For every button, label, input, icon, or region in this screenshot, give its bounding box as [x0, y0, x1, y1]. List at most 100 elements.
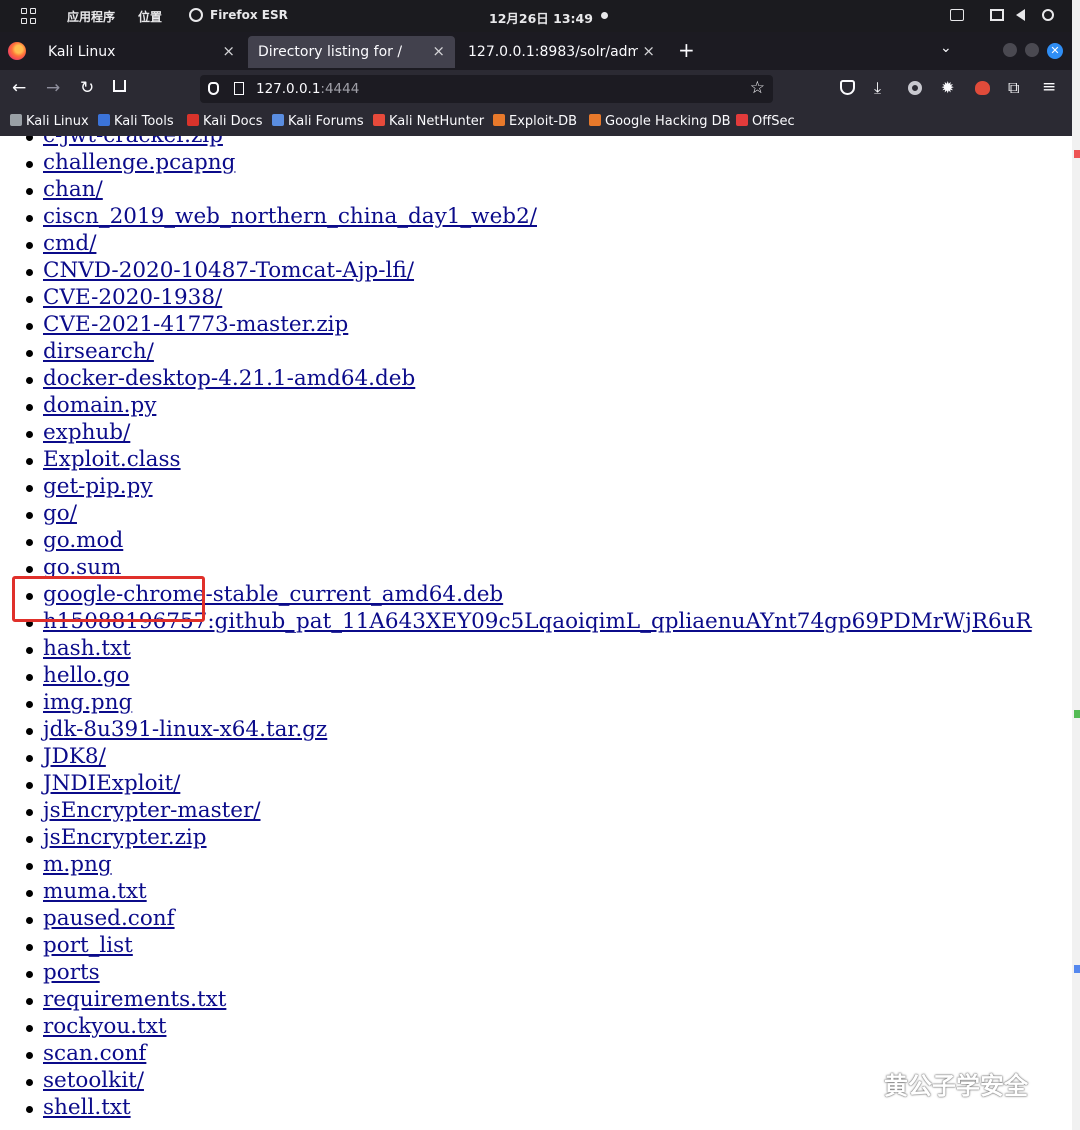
tab-label: Directory listing for /: [258, 44, 403, 60]
url-port: :4444: [320, 81, 360, 97]
edge-marker: [1074, 965, 1080, 973]
maximize-window-icon[interactable]: [1025, 43, 1039, 57]
url-bar[interactable]: 127.0.0.1:4444 ☆: [200, 75, 773, 103]
bookmark-label: Kali Docs: [203, 114, 263, 129]
bookmark-kali-nethunter[interactable]: Kali NetHunter: [373, 114, 484, 129]
file-link[interactable]: hash.txt: [43, 636, 131, 661]
close-window-icon[interactable]: ✕: [1047, 43, 1063, 59]
firefox-taskbar-icon[interactable]: [189, 8, 203, 22]
file-link[interactable]: scan.conf: [43, 1041, 146, 1066]
file-link[interactable]: CNVD-2020-10487-Tomcat-Ajp-lfi/: [43, 258, 414, 283]
file-link[interactable]: get-pip.py: [43, 474, 153, 499]
active-app-label[interactable]: Firefox ESR: [210, 8, 288, 22]
bookmark-kali-forums[interactable]: Kali Forums: [272, 114, 364, 129]
display-icon[interactable]: [990, 9, 1004, 21]
file-link[interactable]: jsEncrypter.zip: [43, 825, 207, 850]
bookmark-label: Kali NetHunter: [389, 114, 485, 129]
file-link[interactable]: docker-desktop-4.21.1-amd64.deb: [43, 366, 415, 391]
page-info-icon[interactable]: [234, 82, 244, 95]
file-link[interactable]: dirsearch/: [43, 339, 154, 364]
volume-icon[interactable]: [1016, 9, 1025, 21]
list-item: jsEncrypter-master/: [0, 797, 1032, 824]
file-link[interactable]: CVE-2021-41773-master.zip: [43, 312, 348, 337]
list-item: CNVD-2020-10487-Tomcat-Ajp-lfi/: [0, 257, 1032, 284]
notification-dot-icon: [601, 12, 608, 19]
bookmark-offsec[interactable]: OffSec: [736, 114, 795, 129]
back-arrow-icon[interactable]: ←: [12, 79, 26, 97]
keyboard-icon[interactable]: [950, 9, 964, 21]
extension-circle-icon[interactable]: [908, 81, 922, 95]
bookmark-label: OffSec: [752, 114, 795, 129]
file-link[interactable]: ports: [43, 960, 100, 985]
file-link[interactable]: Exploit.class: [43, 447, 181, 472]
close-tab-icon[interactable]: ×: [642, 42, 655, 60]
file-link[interactable]: ciscn_2019_web_northern_china_day1_web2/: [43, 204, 537, 229]
downloads-icon[interactable]: ⤓: [874, 78, 881, 98]
firefox-logo-icon: [8, 42, 26, 60]
bookmark-kali-linux[interactable]: Kali Linux: [10, 114, 89, 129]
bookmark-star-icon[interactable]: ☆: [750, 78, 765, 98]
list-all-tabs-chevron-icon[interactable]: ⌄: [940, 40, 952, 56]
file-link[interactable]: jdk-8u391-linux-x64.tar.gz: [43, 717, 327, 742]
edge-marker: [1074, 710, 1080, 718]
file-link[interactable]: shell.txt: [43, 1095, 131, 1120]
reload-icon[interactable]: ↻: [80, 79, 94, 97]
file-link[interactable]: requirements.txt: [43, 987, 226, 1012]
tab-kali-linux[interactable]: Kali Linux ×: [38, 36, 245, 68]
power-icon[interactable]: [1042, 9, 1054, 21]
list-item: paused.conf: [0, 905, 1032, 932]
bookmark-kali-tools[interactable]: Kali Tools: [98, 114, 174, 129]
file-link[interactable]: cmd/: [43, 231, 96, 256]
bookmark-exploit-db[interactable]: Exploit-DB: [493, 114, 577, 129]
extensions-puzzle-icon[interactable]: ⧉: [1008, 78, 1019, 98]
file-link[interactable]: port_list: [43, 933, 133, 958]
file-link[interactable]: hello.go: [43, 663, 129, 688]
list-item: cmd/: [0, 230, 1032, 257]
list-item: img.png: [0, 689, 1032, 716]
file-link[interactable]: challenge.pcapng: [43, 150, 235, 175]
pocket-icon[interactable]: [840, 80, 855, 95]
file-link[interactable]: setoolkit/: [43, 1068, 144, 1093]
file-link[interactable]: paused.conf: [43, 906, 175, 931]
app-grid-icon[interactable]: [21, 8, 37, 24]
tracking-shield-icon[interactable]: [208, 82, 219, 95]
file-link[interactable]: domain.py: [43, 393, 156, 418]
home-icon[interactable]: [113, 80, 126, 92]
applications-menu[interactable]: 应用程序: [67, 8, 115, 25]
file-link[interactable]: CVE-2020-1938/: [43, 285, 222, 310]
forward-arrow-icon[interactable]: →: [46, 79, 60, 97]
list-item: JNDIExploit/: [0, 770, 1032, 797]
file-link[interactable]: go.mod: [43, 528, 123, 553]
list-item: dirsearch/: [0, 338, 1032, 365]
file-link[interactable]: exphub/: [43, 420, 130, 445]
file-link[interactable]: muma.txt: [43, 879, 147, 904]
bookmark-kali-docs[interactable]: Kali Docs: [187, 114, 263, 129]
file-link[interactable]: jsEncrypter-master/: [43, 798, 261, 823]
file-link[interactable]: m.png: [43, 852, 112, 877]
directory-listing: c-jwt-cracker.zip challenge.pcapngchan/ci…: [0, 136, 1032, 1121]
new-tab-plus-icon[interactable]: +: [678, 38, 695, 62]
file-link[interactable]: c-jwt-cracker.zip: [43, 136, 223, 148]
file-link[interactable]: JDK8/: [43, 744, 106, 769]
file-link[interactable]: img.png: [43, 690, 132, 715]
places-menu[interactable]: 位置: [138, 8, 162, 25]
file-link[interactable]: chan/: [43, 177, 103, 202]
list-item: get-pip.py: [0, 473, 1032, 500]
file-link[interactable]: go/: [43, 501, 77, 526]
extension-gear-icon[interactable]: ✹: [941, 78, 954, 97]
hackbar-extension-icon[interactable]: [975, 81, 990, 95]
tab-directory-listing[interactable]: Directory listing for / ×: [248, 36, 455, 68]
clock[interactable]: 12月26日 13:49: [489, 8, 593, 27]
close-tab-icon[interactable]: ×: [432, 42, 445, 60]
bookmark-google-hacking-db[interactable]: Google Hacking DB: [589, 114, 731, 129]
hamburger-menu-icon[interactable]: ≡: [1042, 77, 1056, 97]
bookmark-label: Exploit-DB: [509, 114, 578, 129]
tab-solr-admin[interactable]: 127.0.0.1:8983/solr/admin/co ×: [458, 36, 665, 68]
file-link[interactable]: rockyou.txt: [43, 1014, 166, 1039]
list-item: hash.txt: [0, 635, 1032, 662]
close-tab-icon[interactable]: ×: [222, 42, 235, 60]
list-item: requirements.txt: [0, 986, 1032, 1013]
minimize-window-icon[interactable]: [1003, 43, 1017, 57]
file-link[interactable]: JNDIExploit/: [43, 771, 180, 796]
url-text[interactable]: 127.0.0.1:4444: [256, 81, 359, 97]
